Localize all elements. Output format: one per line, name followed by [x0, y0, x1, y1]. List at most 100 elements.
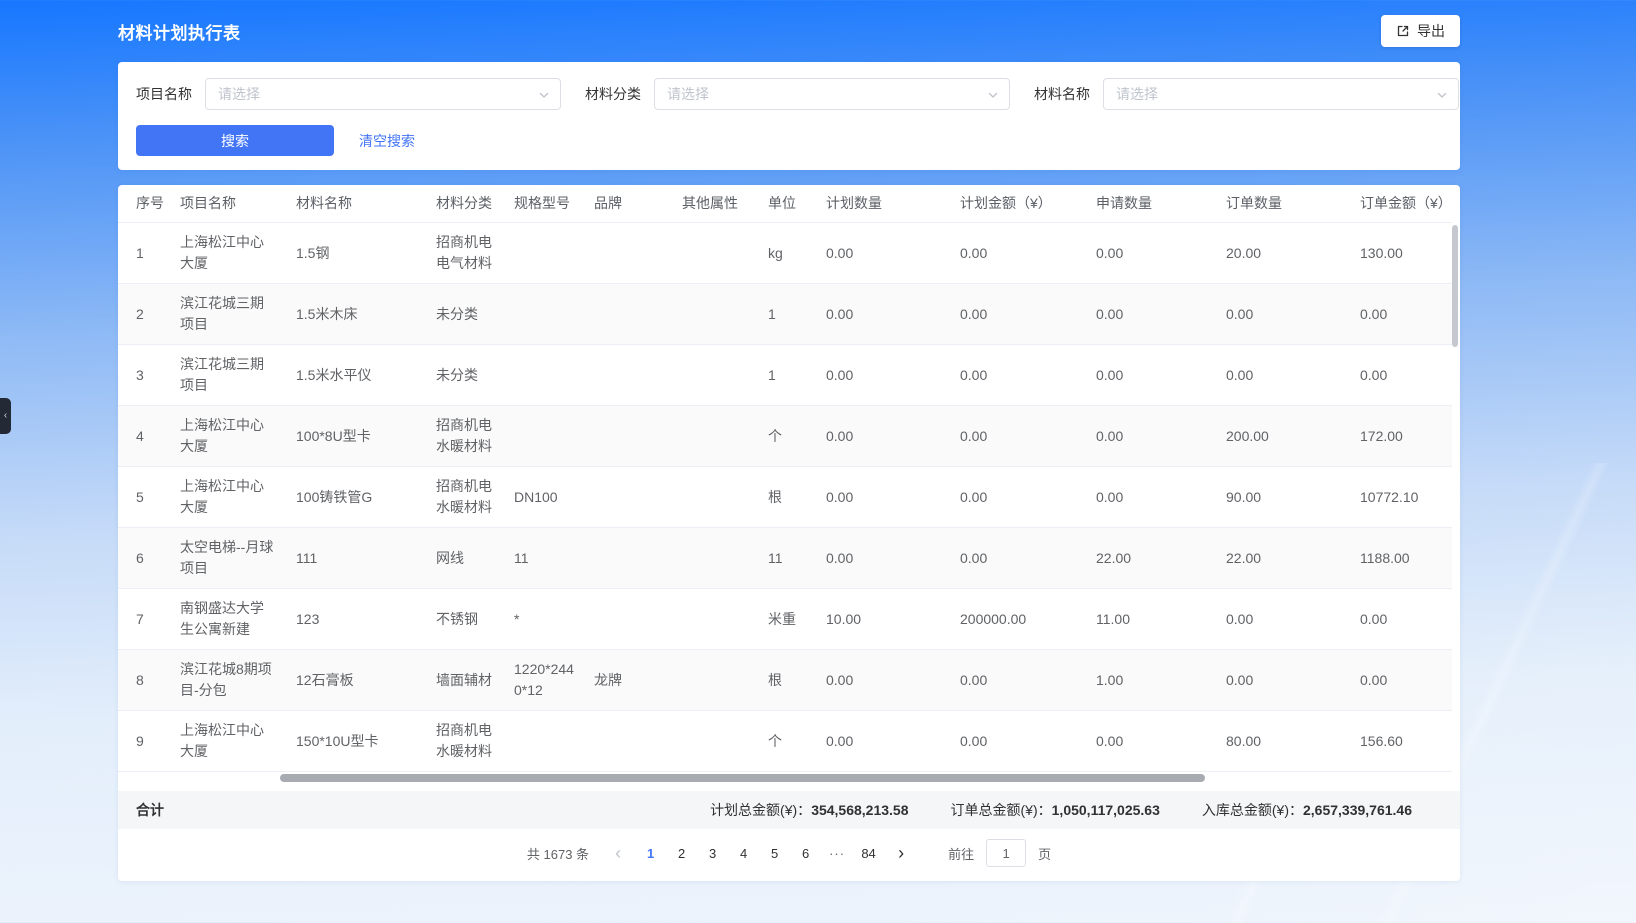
goto-page-suffix: 页 — [1038, 844, 1051, 863]
column-header: 计划数量 — [816, 185, 950, 223]
table-cell — [504, 284, 584, 345]
pagination-pages: 123456 — [637, 839, 819, 867]
table-cell: 7 — [118, 589, 170, 650]
clear-search-link[interactable]: 清空搜索 — [359, 131, 415, 151]
table-cell — [672, 589, 758, 650]
column-header: 订单金额（¥） — [1350, 185, 1452, 223]
horizontal-scrollbar-thumb[interactable] — [280, 774, 1205, 782]
horizontal-scrollbar — [118, 774, 1452, 782]
table-cell: 招商机电水暖材料 — [426, 467, 504, 528]
table-cell: * — [504, 589, 584, 650]
table-row: 6太空电梯--月球项目111网线11110.000.0022.0022.0011… — [118, 528, 1452, 589]
page-button-5[interactable]: 5 — [761, 839, 788, 867]
pagination-ellipsis[interactable]: ··· — [825, 846, 849, 861]
drawer-collapse-icon: ‹ — [4, 411, 7, 421]
main-content: 材料计划执行表 导出 项目名称 请选择 材料分类 请选择 — [118, 0, 1460, 881]
material-category-select[interactable]: 请选择 — [654, 78, 1010, 110]
table-cell: 未分类 — [426, 284, 504, 345]
material-name-select[interactable]: 请选择 — [1103, 78, 1459, 110]
table-cell: 0.00 — [1350, 650, 1452, 711]
project-name-select[interactable]: 请选择 — [205, 78, 561, 110]
column-header: 项目名称 — [170, 185, 286, 223]
table-cell — [504, 711, 584, 772]
table-cell: 130.00 — [1350, 223, 1452, 284]
table-cell: 0.00 — [1086, 284, 1216, 345]
table-cell: 0.00 — [950, 528, 1086, 589]
table-cell — [672, 345, 758, 406]
column-header: 材料分类 — [426, 185, 504, 223]
table-cell — [584, 589, 672, 650]
export-button-label: 导出 — [1417, 21, 1445, 41]
table-cell — [672, 650, 758, 711]
table-cell: 太空电梯--月球项目 — [170, 528, 286, 589]
column-header: 申请数量 — [1086, 185, 1216, 223]
planned-total-value: 354,568,213.58 — [811, 802, 908, 818]
table-cell: 滨江花城8期项目-分包 — [170, 650, 286, 711]
table-cell: 0.00 — [816, 711, 950, 772]
column-header: 规格型号 — [504, 185, 584, 223]
page-button-4[interactable]: 4 — [730, 839, 757, 867]
table-header-row: 序号 项目名称 材料名称 材料分类 规格型号 品牌 其他属性 单位 计划数量 计… — [118, 185, 1452, 223]
filter-panel: 项目名称 请选择 材料分类 请选择 材料名称 请选择 — [118, 62, 1460, 170]
table-row: 4上海松江中心大厦100*8U型卡招商机电水暖材料个0.000.000.0020… — [118, 406, 1452, 467]
page-button-6[interactable]: 6 — [792, 839, 819, 867]
table-cell: 滨江花城三期项目 — [170, 345, 286, 406]
table-cell: 0.00 — [950, 345, 1086, 406]
pagination-total: 共 1673 条 — [527, 844, 589, 863]
table-cell: 9 — [118, 711, 170, 772]
table-cell: 网线 — [426, 528, 504, 589]
table-cell: 0.00 — [950, 467, 1086, 528]
table-cell: 10.00 — [816, 589, 950, 650]
table-cell: 0.00 — [816, 345, 950, 406]
table-cell: 0.00 — [950, 650, 1086, 711]
export-button[interactable]: 导出 — [1381, 15, 1460, 47]
table-cell: 156.60 — [1350, 711, 1452, 772]
table-row: 2滨江花城三期项目1.5米木床未分类10.000.000.000.000.00 — [118, 284, 1452, 345]
table-cell — [584, 406, 672, 467]
material-plan-table: 序号 项目名称 材料名称 材料分类 规格型号 品牌 其他属性 单位 计划数量 计… — [118, 185, 1452, 772]
table-cell: 0.00 — [1350, 284, 1452, 345]
table-cell: 0.00 — [1086, 223, 1216, 284]
chevron-down-icon — [987, 89, 999, 101]
summary-total-label: 合计 — [136, 800, 164, 820]
table-cell: 0.00 — [950, 406, 1086, 467]
prev-page-button[interactable]: ‹ — [605, 839, 631, 867]
page-button-last[interactable]: 84 — [855, 839, 882, 867]
page-button-2[interactable]: 2 — [668, 839, 695, 867]
page-button-3[interactable]: 3 — [699, 839, 726, 867]
table-cell: 22.00 — [1086, 528, 1216, 589]
filter-field-material-name: 材料名称 请选择 — [1034, 78, 1459, 110]
table-cell: 0.00 — [816, 528, 950, 589]
column-header: 其他属性 — [672, 185, 758, 223]
table-row: 1上海松江中心大厦1.5钢招商机电电气材料kg0.000.000.0020.00… — [118, 223, 1452, 284]
goto-label: 前往 — [948, 844, 974, 863]
table-cell — [584, 711, 672, 772]
table-cell: 0.00 — [1216, 589, 1350, 650]
drawer-handle[interactable]: ‹ — [0, 398, 11, 434]
column-header: 计划金额（¥） — [950, 185, 1086, 223]
table-cell: 1 — [758, 284, 816, 345]
table-cell: 墙面辅材 — [426, 650, 504, 711]
table-cell: 11.00 — [1086, 589, 1216, 650]
table-cell: 1188.00 — [1350, 528, 1452, 589]
table-cell: 上海松江中心大厦 — [170, 467, 286, 528]
table-cell: 根 — [758, 467, 816, 528]
table-cell: 0.00 — [950, 711, 1086, 772]
table-cell: 100铸铁管G — [286, 467, 426, 528]
column-header: 材料名称 — [286, 185, 426, 223]
column-header: 订单数量 — [1216, 185, 1350, 223]
search-button[interactable]: 搜索 — [136, 125, 334, 156]
table-cell: 0.00 — [816, 284, 950, 345]
goto-page-input[interactable] — [986, 839, 1026, 867]
next-page-button[interactable]: › — [888, 839, 914, 867]
chevron-down-icon — [538, 89, 550, 101]
page-button-1[interactable]: 1 — [637, 839, 664, 867]
table-cell: 0.00 — [1086, 345, 1216, 406]
order-total-label: 订单总金额(¥)： — [951, 802, 1052, 818]
table-cell: 2 — [118, 284, 170, 345]
table-cell: 0.00 — [816, 223, 950, 284]
table-cell: 龙牌 — [584, 650, 672, 711]
vertical-scrollbar-thumb[interactable] — [1452, 225, 1458, 347]
table-cell — [672, 284, 758, 345]
table-cell: 0.00 — [816, 406, 950, 467]
